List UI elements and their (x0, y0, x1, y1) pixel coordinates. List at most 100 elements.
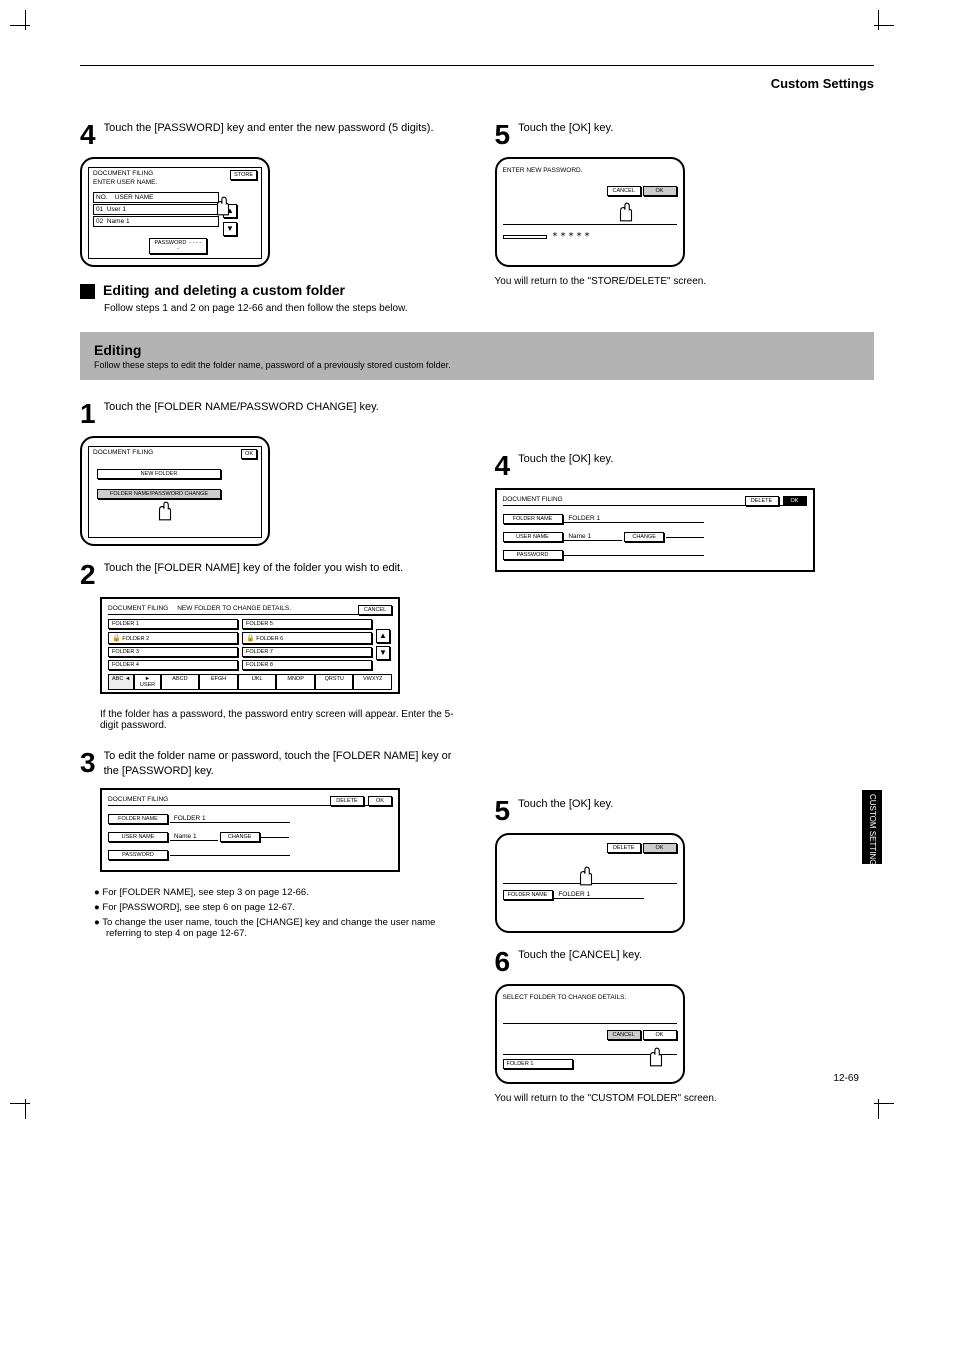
folder8-button[interactable]: FOLDER 8 (242, 660, 372, 670)
step3-number: 3 (80, 749, 96, 777)
tab-mnop[interactable]: MNOP (276, 674, 315, 690)
password-button[interactable]: PASSWORD - - - - - (149, 238, 207, 254)
step2-password-note: If the folder has a password, the passwo… (100, 709, 460, 731)
lock-icon: 🔒 (112, 635, 121, 642)
row1[interactable]: 01 User 1 (93, 204, 219, 215)
step3-note-2: For [PASSWORD], see step 6 on page 12-67… (106, 902, 460, 913)
step6-text: Touch the [CANCEL] key. (518, 948, 874, 963)
scroll-up-button[interactable]: ▲ (376, 629, 390, 643)
panel-title: DOCUMENT FILING (89, 447, 261, 458)
folder-name-value: FOLDER 1 (554, 891, 644, 899)
step2-number: 2 (80, 561, 96, 589)
folder5-button[interactable]: FOLDER 5 (242, 619, 372, 629)
tab-qrstu[interactable]: QRSTU (315, 674, 354, 690)
folder-name-value: FOLDER 1 (170, 815, 290, 823)
tab-vwxyz[interactable]: VWXYZ (353, 674, 392, 690)
folder7-button[interactable]: FOLDER 7 (242, 647, 372, 657)
tab-abc[interactable]: ABC ◄ (108, 674, 134, 690)
folder-name-button[interactable]: FOLDER NAME (503, 890, 553, 900)
ok-button[interactable]: OK (643, 1030, 677, 1040)
col-no: NO. (96, 194, 108, 201)
ok-button[interactable]: OK (368, 796, 392, 806)
step2-text: Touch the [FOLDER NAME] key of the folde… (104, 561, 460, 576)
step6-number: 6 (495, 948, 511, 976)
store-button[interactable]: STORE (230, 170, 257, 180)
step3-note-1: For [FOLDER NAME], see step 3 on page 12… (106, 887, 460, 898)
password-button[interactable]: PASSWORD (503, 550, 563, 560)
step5-text: Touch the [OK] key. (518, 797, 874, 812)
user-name-value: Name 1 (170, 833, 218, 841)
tab-efgh[interactable]: EFGH (199, 674, 238, 690)
panel-instruction: ENTER NEW PASSWORD. (503, 167, 677, 174)
step5r-text: Touch the [OK] key. (518, 121, 874, 136)
panel-title: DOCUMENT FILING (108, 605, 168, 612)
scroll-down-button[interactable]: ▼ (376, 646, 390, 660)
password-button[interactable]: PASSWORD (108, 850, 168, 860)
step4-number: 4 (80, 121, 96, 149)
step5r-panel: ENTER NEW PASSWORD. CANCEL OK ***** (495, 157, 685, 267)
editing-banner: Editing Follow these steps to edit the f… (80, 332, 874, 380)
step5r-bottom-note: You will return to the "STORE/DELETE" sc… (495, 276, 875, 287)
panel-title: DOCUMENT FILING (93, 170, 153, 177)
panel-instruction: SELECT FOLDER TO CHANGE DETAILS. (503, 994, 677, 1001)
step3-panel: DOCUMENT FILING OK DELETE FOLDER NAME FO… (100, 788, 400, 872)
new-folder-button[interactable]: NEW FOLDER (97, 469, 221, 479)
change-button[interactable]: CHANGE (220, 832, 260, 842)
lock-icon: 🔒 (246, 635, 255, 642)
step3-text: To edit the folder name or password, tou… (104, 749, 460, 780)
delete-button[interactable]: DELETE (607, 843, 641, 853)
folder-name-button[interactable]: FOLDER NAME (108, 814, 168, 824)
step6-panel: SELECT FOLDER TO CHANGE DETAILS. CANCEL … (495, 984, 685, 1084)
tab-user[interactable]: ► USER (134, 674, 160, 690)
side-tab: CUSTOM SETTINGS (862, 790, 882, 864)
folder2-button[interactable]: 🔒 FOLDER 2 (108, 632, 238, 644)
step4r-text: Touch the [OK] key. (518, 452, 874, 467)
panel-instruction: ENTER USER NAME. (89, 179, 261, 188)
step5-panel: DELETE OK FOLDER NAME FOLDER 1 (495, 833, 685, 933)
cancel-button[interactable]: CANCEL (607, 186, 641, 196)
folder4-button[interactable]: FOLDER 4 (108, 660, 238, 670)
step1-panel: DOCUMENT FILING OK NEW FOLDER FOLDER NAM… (80, 436, 270, 546)
folder-name-button[interactable]: FOLDER NAME (503, 514, 563, 524)
ok-button[interactable]: OK (643, 843, 677, 853)
user-name-button[interactable]: USER NAME (108, 832, 168, 842)
folder3-button[interactable]: FOLDER 3 (108, 647, 238, 657)
panel-subtitle: NEW FOLDER TO CHANGE DETAILS. (177, 605, 291, 612)
folder1-button[interactable]: FOLDER 1 (108, 619, 238, 629)
cancel-button[interactable]: CANCEL (358, 605, 392, 615)
folder-name-password-change-button[interactable]: FOLDER NAME/PASSWORD CHANGE (97, 489, 221, 499)
step4-text: Touch the [PASSWORD] key and enter the n… (104, 121, 460, 136)
step4r-panel: DOCUMENT FILING OK DELETE FOLDER NAME FO… (495, 488, 815, 572)
step5r-number: 5 (495, 121, 511, 149)
section-sub: Follow steps 1 and 2 on page 12-66 and t… (104, 303, 460, 314)
step1-text: Touch the [FOLDER NAME/PASSWORD CHANGE] … (104, 400, 460, 415)
user-name-value: Name 1 (564, 533, 622, 541)
step1-number: 1 (80, 400, 96, 428)
cancel-button[interactable]: CANCEL (607, 1030, 641, 1040)
step2-panel: DOCUMENT FILING NEW FOLDER TO CHANGE DET… (100, 597, 400, 694)
panel-title: DOCUMENT FILING (108, 796, 168, 803)
scroll-down-button[interactable]: ▼ (223, 222, 237, 236)
delete-button[interactable]: DELETE (745, 496, 779, 506)
step4-panel: DOCUMENT FILING ENTER USER NAME. STORE N… (80, 157, 270, 267)
folder6-button[interactable]: 🔒 FOLDER 6 (242, 632, 372, 644)
ok-button[interactable]: OK (241, 449, 257, 459)
scroll-up-button[interactable]: ▲ (223, 204, 237, 218)
change-button[interactable]: CHANGE (624, 532, 664, 542)
delete-button[interactable]: DELETE (330, 796, 364, 806)
pw-field[interactable] (503, 235, 547, 239)
tab-abcd[interactable]: ABCD (161, 674, 200, 690)
ok-button[interactable]: OK (783, 496, 807, 506)
step3-note-3: To change the user name, touch the [CHAN… (106, 917, 460, 939)
section-heading: Editing and deleting a custom folder (80, 282, 460, 299)
folder1-button[interactable]: FOLDER 1 (503, 1059, 573, 1069)
tab-ijkl[interactable]: IJKL (238, 674, 277, 690)
panel-title: DOCUMENT FILING (503, 496, 563, 503)
col-user: USER NAME (115, 194, 154, 201)
step4r-number: 4 (495, 452, 511, 480)
folder-name-value: FOLDER 1 (564, 515, 704, 523)
row2[interactable]: 02 Name 1 (93, 216, 219, 227)
user-name-button[interactable]: USER NAME (503, 532, 563, 542)
ok-button[interactable]: OK (643, 186, 677, 196)
page-title: Custom Settings (80, 76, 874, 91)
